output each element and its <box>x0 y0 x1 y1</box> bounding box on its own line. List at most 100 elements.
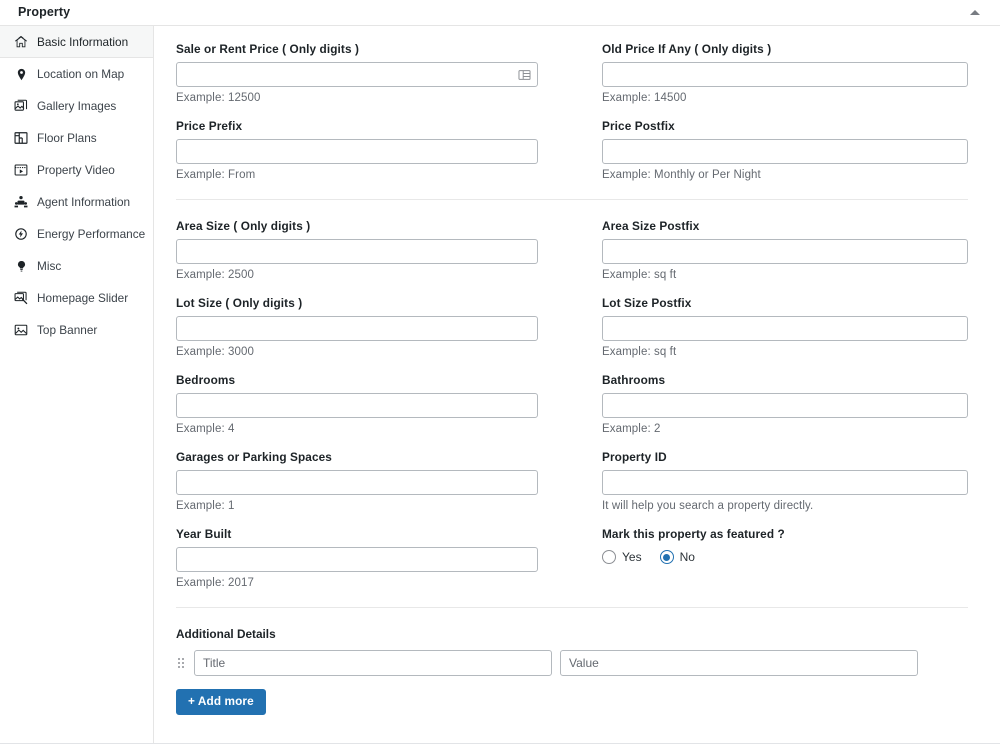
input-wrapper <box>176 139 538 164</box>
sidebar-item-label: Property Video <box>37 163 115 177</box>
field-label: Sale or Rent Price ( Only digits ) <box>176 42 360 56</box>
radio-circle-yes <box>602 550 616 564</box>
input-wrapper <box>176 316 538 341</box>
lot-size-input[interactable] <box>176 316 538 341</box>
field-label: Old Price If Any ( Only digits ) <box>602 42 772 56</box>
section-divider <box>176 607 968 608</box>
sidebar-item-label: Top Banner <box>37 323 98 337</box>
additional-details-row <box>176 650 968 676</box>
field-label: Bedrooms <box>176 373 236 387</box>
field-hint: Example: 12500 <box>176 92 261 104</box>
field-hint: Example: 3000 <box>176 346 255 358</box>
section-divider <box>176 199 968 200</box>
sidebar-item-basic-information[interactable]: Basic Information <box>0 26 153 58</box>
sidebar-item-label: Gallery Images <box>37 99 117 113</box>
map-pin-icon <box>14 67 28 81</box>
metabox-header: Property <box>0 0 1000 26</box>
add-more-button[interactable]: + Add more <box>176 689 266 715</box>
sidebar-item-energy-performance[interactable]: Energy Performance <box>0 218 153 250</box>
sidebar-item-location-on-map[interactable]: Location on Map <box>0 58 153 90</box>
old-price-input[interactable] <box>602 62 968 87</box>
sidebar-item-label: Agent Information <box>37 195 131 209</box>
sidebar-item-homepage-slider[interactable]: Homepage Slider <box>0 282 153 314</box>
year-built-input[interactable] <box>176 547 538 572</box>
input-wrapper <box>602 316 968 341</box>
details-section-right-column: Area Size Postfix Example: sq ft Lot Siz… <box>572 219 968 589</box>
slider-icon <box>14 291 28 305</box>
table-list-icon[interactable] <box>518 68 531 81</box>
field-hint: Example: sq ft <box>602 346 677 358</box>
chevron-up-icon[interactable] <box>964 3 986 23</box>
floor-plan-icon <box>14 131 28 145</box>
additional-detail-title-input[interactable] <box>194 650 552 676</box>
field-price-prefix: Price Prefix Example: From <box>176 119 538 181</box>
field-hint: It will help you search a property direc… <box>602 500 814 512</box>
sidebar-item-agent-information[interactable]: Agent Information <box>0 186 153 218</box>
field-label: Garages or Parking Spaces <box>176 450 332 464</box>
price-section: Sale or Rent Price ( Only digits ) Examp… <box>176 42 968 181</box>
field-label: Mark this property as featured ? <box>602 527 785 541</box>
input-wrapper <box>176 393 538 418</box>
sidebar-item-label: Basic Information <box>37 34 129 49</box>
field-label: Year Built <box>176 527 232 541</box>
sale-or-rent-price-input[interactable] <box>176 62 538 87</box>
metabox-body: Basic Information Location on Map Galler… <box>0 26 1000 743</box>
field-bathrooms: Bathrooms Example: 2 <box>602 373 968 435</box>
lightbulb-icon <box>14 259 28 273</box>
field-area-size-postfix: Area Size Postfix Example: sq ft <box>602 219 968 281</box>
sidebar-item-floor-plans[interactable]: Floor Plans <box>0 122 153 154</box>
field-sale-or-rent-price: Sale or Rent Price ( Only digits ) Examp… <box>176 42 538 104</box>
price-section-right-column: Old Price If Any ( Only digits ) Example… <box>572 42 968 181</box>
field-mark-featured: Mark this property as featured ? Yes No <box>602 527 968 564</box>
drag-handle-icon[interactable] <box>176 654 186 672</box>
field-hint: Example: 2 <box>602 423 661 435</box>
featured-radio-yes[interactable]: Yes <box>602 550 642 564</box>
bathrooms-input[interactable] <box>602 393 968 418</box>
field-lot-size-postfix: Lot Size Postfix Example: sq ft <box>602 296 968 358</box>
field-garages: Garages or Parking Spaces Example: 1 <box>176 450 538 512</box>
field-old-price: Old Price If Any ( Only digits ) Example… <box>602 42 968 104</box>
sidebar-item-top-banner[interactable]: Top Banner <box>0 314 153 346</box>
field-label: Price Postfix <box>602 119 675 133</box>
sidebar-item-label: Energy Performance <box>37 227 146 241</box>
field-hint: Example: 4 <box>176 423 235 435</box>
field-hint: Example: 1 <box>176 500 235 512</box>
radio-label: Yes <box>622 550 642 564</box>
sidebar-item-gallery-images[interactable]: Gallery Images <box>0 90 153 122</box>
sidebar-item-property-video[interactable]: Property Video <box>0 154 153 186</box>
details-section: Area Size ( Only digits ) Example: 2500 … <box>176 219 968 589</box>
property-id-input[interactable] <box>602 470 968 495</box>
field-bedrooms: Bedrooms Example: 4 <box>176 373 538 435</box>
featured-radio-group: Yes No <box>602 550 968 564</box>
input-wrapper <box>176 547 538 572</box>
input-wrapper <box>602 393 968 418</box>
field-hint: Example: 14500 <box>602 92 687 104</box>
property-main-panel: Sale or Rent Price ( Only digits ) Examp… <box>154 26 1000 743</box>
price-postfix-input[interactable] <box>602 139 968 164</box>
featured-radio-no[interactable]: No <box>659 550 695 564</box>
price-prefix-input[interactable] <box>176 139 538 164</box>
input-wrapper <box>602 239 968 264</box>
input-wrapper <box>176 62 538 87</box>
input-wrapper <box>176 470 538 495</box>
field-area-size: Area Size ( Only digits ) Example: 2500 <box>176 219 538 281</box>
field-hint: Example: From <box>176 169 256 181</box>
field-label: Lot Size Postfix <box>602 296 692 310</box>
radio-circle-no <box>659 550 674 564</box>
area-size-postfix-input[interactable] <box>602 239 968 264</box>
additional-detail-value-input[interactable] <box>560 650 918 676</box>
banner-image-icon <box>14 323 28 337</box>
bedrooms-input[interactable] <box>176 393 538 418</box>
agent-icon <box>14 195 28 209</box>
lot-size-postfix-input[interactable] <box>602 316 968 341</box>
field-property-id: Property ID It will help you search a pr… <box>602 450 968 512</box>
area-size-input[interactable] <box>176 239 538 264</box>
additional-details-section: Additional Details + Add more <box>176 627 968 715</box>
sidebar-item-misc[interactable]: Misc <box>0 250 153 282</box>
additional-details-label: Additional Details <box>176 627 276 641</box>
property-sidebar: Basic Information Location on Map Galler… <box>0 26 154 743</box>
details-section-left-column: Area Size ( Only digits ) Example: 2500 … <box>176 219 572 589</box>
price-section-left-column: Sale or Rent Price ( Only digits ) Examp… <box>176 42 572 181</box>
garages-input[interactable] <box>176 470 538 495</box>
field-hint: Example: sq ft <box>602 269 677 281</box>
